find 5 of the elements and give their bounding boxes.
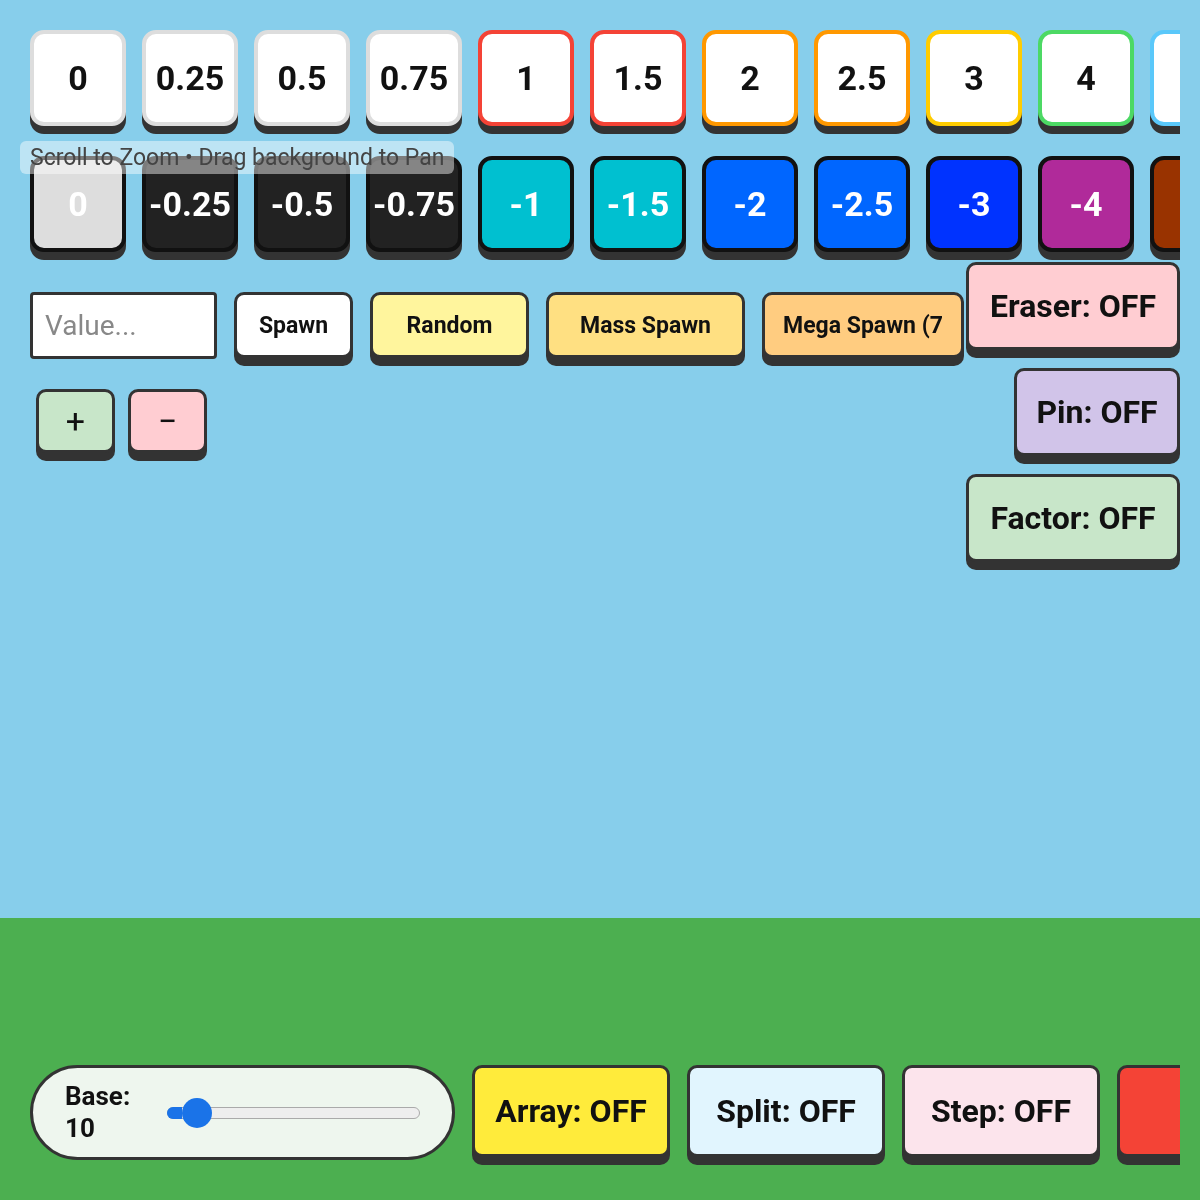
base-label: Base: 10 — [65, 1081, 132, 1144]
value-input-field[interactable]: Value... — [30, 292, 217, 359]
base-slider[interactable] — [167, 1097, 420, 1128]
slider-thumb[interactable] — [182, 1097, 213, 1128]
slider-fill — [167, 1106, 183, 1119]
